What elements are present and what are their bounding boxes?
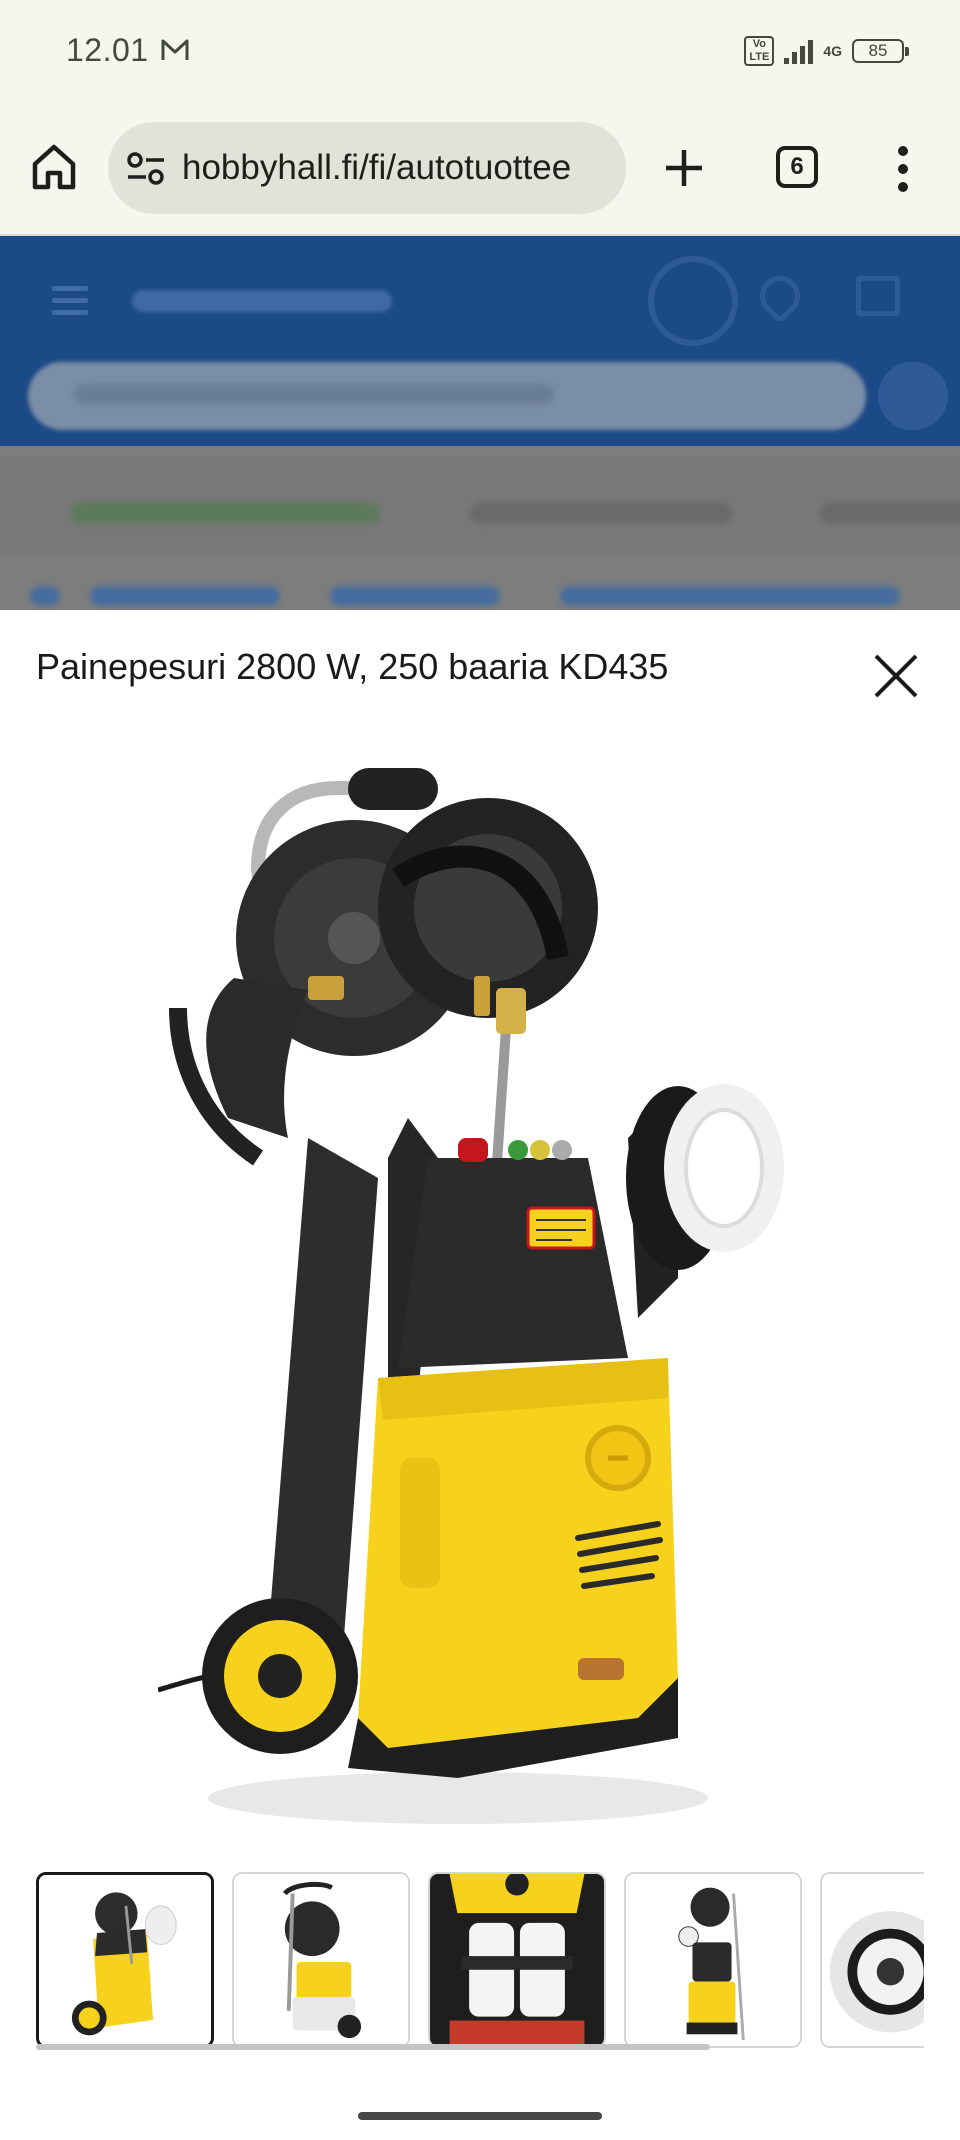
network-type: 4G — [823, 43, 842, 59]
site-header — [0, 236, 960, 446]
url-text[interactable]: hobbyhall.fi/fi/autotuottee — [182, 148, 571, 188]
new-tab-icon[interactable] — [662, 146, 706, 190]
wishlist-icon — [751, 267, 809, 325]
volte-icon: Vo LTE — [744, 36, 775, 66]
site-logo — [132, 276, 412, 337]
page-backdrop[interactable] — [0, 236, 960, 610]
thumbnail-1[interactable] — [36, 1872, 214, 2048]
close-icon[interactable] — [870, 650, 922, 702]
thumbnail-scrollbar[interactable] — [36, 2044, 710, 2050]
site-nav — [0, 456, 960, 556]
thumbnail-brush-image — [822, 1874, 924, 2046]
thumbnail-detergent-tanks-image — [430, 1874, 604, 2046]
battery-icon: 85 — [852, 39, 909, 63]
address-bar[interactable]: hobbyhall.fi/fi/autotuottee — [108, 122, 626, 214]
status-time: 12.01 — [66, 32, 149, 68]
product-title: Painepesuri 2800 W, 250 baaria KD435 — [36, 646, 669, 687]
site-search-placeholder — [74, 384, 554, 404]
thumbnail-3[interactable] — [428, 1872, 606, 2048]
thumbnail-5[interactable] — [820, 1872, 924, 2048]
cart-icon — [856, 276, 900, 316]
home-icon[interactable] — [30, 142, 78, 192]
status-bar: 12.01 Vo LTE 4G 85 — [0, 0, 960, 108]
gesture-home-indicator[interactable] — [358, 2112, 602, 2120]
product-main-image[interactable] — [158, 758, 802, 1850]
site-search-button — [878, 362, 948, 430]
more-options-icon[interactable] — [896, 144, 910, 194]
signal-icon — [784, 38, 814, 64]
thumbnail-strip — [36, 1872, 924, 2052]
product-image-modal: Painepesuri 2800 W, 250 baaria KD435 — [0, 610, 960, 2140]
tab-switcher-button[interactable]: 6 — [776, 146, 818, 188]
account-icon — [648, 256, 738, 346]
thumbnail-4[interactable] — [624, 1872, 802, 2048]
thumbnail-washer-front-image — [39, 1875, 211, 2045]
site-settings-icon[interactable] — [126, 151, 166, 185]
site-breadcrumb — [0, 556, 960, 610]
thumbnail-2[interactable] — [232, 1872, 410, 2048]
thumbnail-washer-full-image — [626, 1874, 800, 2046]
status-icons: Vo LTE 4G 85 — [744, 36, 909, 66]
mail-icon — [161, 39, 189, 60]
thumbnail-washer-side-image — [234, 1874, 408, 2046]
browser-toolbar: hobbyhall.fi/fi/autotuottee 6 — [0, 108, 960, 236]
menu-icon — [52, 286, 88, 316]
